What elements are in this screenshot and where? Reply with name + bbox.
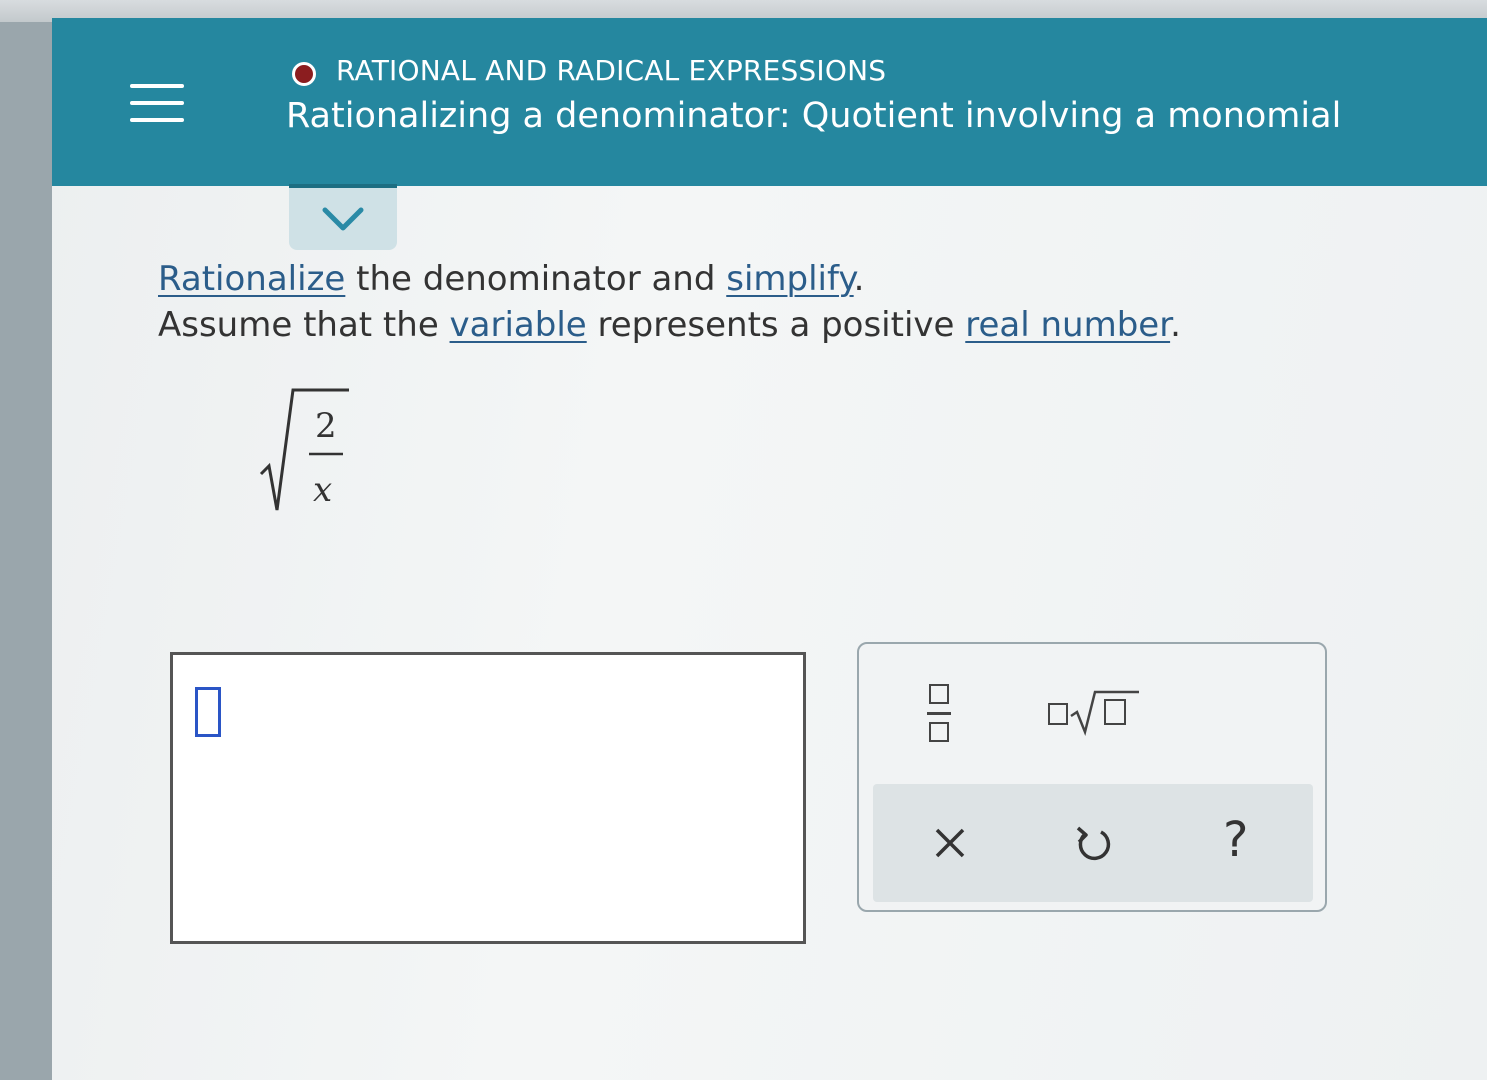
question-text: .	[1170, 305, 1181, 345]
help-icon: ?	[1223, 812, 1249, 868]
hamburger-menu-icon[interactable]	[130, 82, 184, 124]
answer-input[interactable]	[170, 652, 806, 944]
fraction-key[interactable]	[917, 682, 967, 762]
expression-denominator: x	[313, 470, 333, 510]
page-title: Rationalizing a denominator: Quotient in…	[286, 96, 1342, 136]
question-text: the denominator and	[345, 259, 727, 299]
app-screen: RATIONAL AND RADICAL EXPRESSIONS Rationa…	[52, 18, 1487, 1080]
topic-status-dot	[292, 62, 316, 86]
undo-button[interactable]	[1069, 818, 1119, 868]
answer-cursor-slot[interactable]	[195, 687, 221, 737]
question-text: Assume that the	[158, 305, 450, 345]
link-real-number[interactable]: real number	[965, 305, 1170, 345]
help-button[interactable]: ?	[1217, 812, 1267, 868]
chevron-down-icon	[322, 207, 364, 231]
nth-root-key[interactable]	[1045, 682, 1155, 742]
nth-root-icon	[1048, 690, 1139, 737]
collapse-toggle-button[interactable]	[289, 184, 397, 250]
close-icon	[935, 828, 965, 858]
link-simplify[interactable]: simplify	[726, 259, 853, 299]
link-variable[interactable]: variable	[450, 305, 587, 345]
link-rationalize[interactable]: Rationalize	[158, 259, 345, 299]
question-line-1: Rationalize the denominator and simplify…	[158, 256, 1181, 302]
clear-button[interactable]	[925, 818, 975, 868]
question-text: .	[853, 259, 865, 299]
question-prompt: Rationalize the denominator and simplify…	[158, 256, 1181, 348]
question-text: represents a positive	[586, 305, 966, 345]
radical-sign-icon	[259, 388, 349, 511]
expression-numerator: 2	[315, 406, 337, 446]
topic-header: RATIONAL AND RADICAL EXPRESSIONS Rationa…	[52, 18, 1487, 186]
undo-icon	[1076, 826, 1111, 861]
math-keypad: ?	[857, 642, 1327, 912]
topic-label: RATIONAL AND RADICAL EXPRESSIONS	[336, 54, 887, 87]
question-line-2: Assume that the variable represents a po…	[158, 302, 1181, 348]
radical-expression: 2 x	[257, 386, 367, 526]
keypad-action-bar: ?	[873, 784, 1313, 902]
